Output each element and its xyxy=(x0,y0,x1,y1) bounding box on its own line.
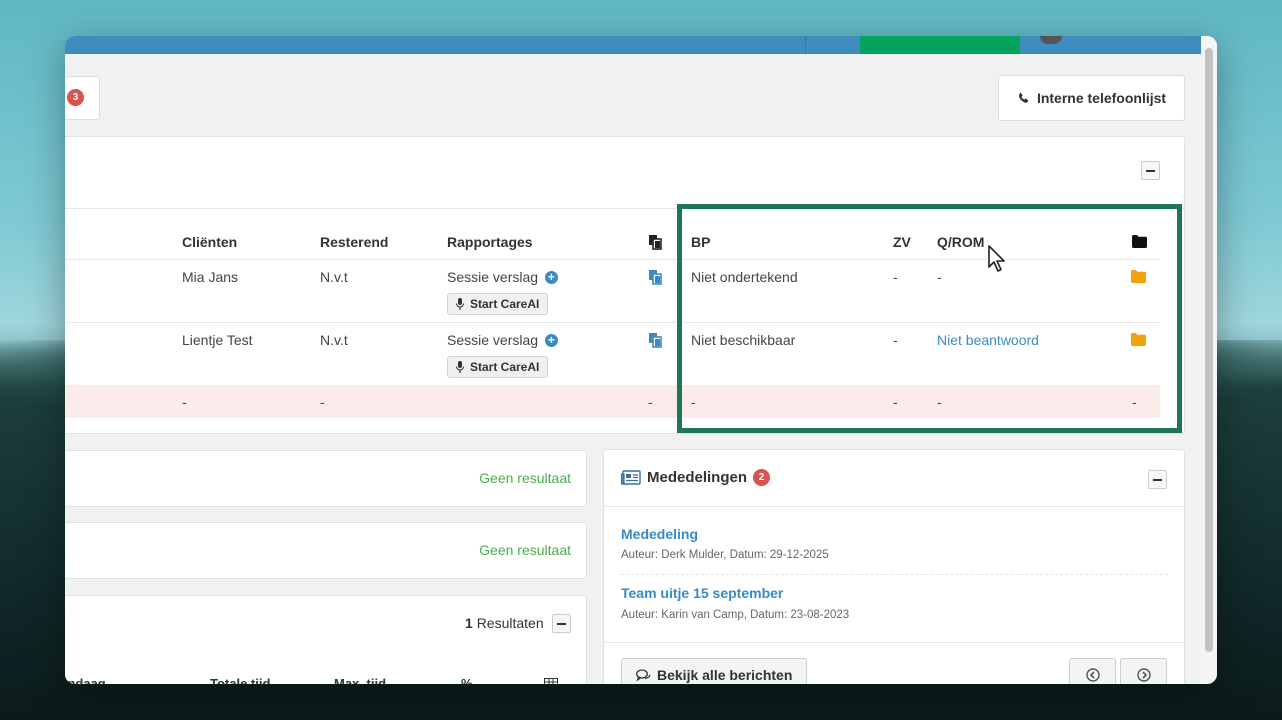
previous-page-button[interactable] xyxy=(1069,658,1116,684)
microphone-icon xyxy=(456,298,464,310)
start-careai-label: Start CareAI xyxy=(470,297,540,311)
announcements-title: Mededelingen 2 xyxy=(621,469,771,486)
table-row-client: - xyxy=(182,394,187,410)
arrow-left-circle-icon xyxy=(1085,668,1100,682)
scrollbar[interactable] xyxy=(1201,36,1217,684)
table-icon[interactable] xyxy=(544,678,558,684)
col-header-totale-tijd: Totale tijd xyxy=(210,676,271,684)
session-report-label: Sessie verslag xyxy=(447,332,539,348)
col-header-percent: % xyxy=(461,676,473,684)
mouse-cursor-icon xyxy=(988,245,1005,272)
session-report-label: Sessie verslag xyxy=(447,269,539,285)
col-header-rapportages: Rapportages xyxy=(447,234,533,250)
view-all-messages-label: Bekijk alle berichten xyxy=(657,667,793,683)
collapse-button[interactable] xyxy=(552,614,571,633)
panel-header-divider xyxy=(604,506,1184,507)
announcement-title-link[interactable]: Team uitje 15 september xyxy=(621,585,783,601)
announcement-divider xyxy=(621,574,1168,575)
comments-icon xyxy=(636,668,651,681)
announcements-panel: Mededelingen 2 Mededeling Auteur: Derk M… xyxy=(603,449,1185,684)
col-header-resterend: Resterend xyxy=(320,234,389,250)
col-header-max-tijd: Max. tijd xyxy=(334,676,387,684)
internal-phonebook-button[interactable]: Interne telefoonlijst xyxy=(998,75,1185,121)
scrollbar-thumb[interactable] xyxy=(1205,48,1213,652)
collapse-button[interactable] xyxy=(1148,470,1167,489)
user-avatar[interactable] xyxy=(1040,36,1062,44)
start-careai-label: Start CareAI xyxy=(470,360,540,374)
announcements-count-badge: 2 xyxy=(753,469,771,486)
announcement-meta: Auteur: Karin van Camp, Datum: 23-08-202… xyxy=(621,609,850,621)
no-result-text: Geen resultaat xyxy=(479,542,571,558)
copy-icon[interactable] xyxy=(648,332,663,348)
announcements-title-text: Mededelingen xyxy=(647,469,748,486)
results-label: Resultaten xyxy=(476,615,544,631)
table-row-resterend: N.v.t xyxy=(320,332,348,348)
add-report-icon[interactable]: + xyxy=(544,334,558,347)
start-careai-button[interactable]: Start CareAI xyxy=(447,293,549,315)
app-window: 3 Interne telefoonlijst Cliënten Restere… xyxy=(65,36,1217,684)
session-report-link[interactable]: Sessie verslag + xyxy=(447,332,558,348)
panel-footer-divider xyxy=(604,642,1184,643)
widget-panel-1: Geen resultaat xyxy=(65,450,587,507)
table-row-resterend: N.v.t xyxy=(320,269,348,285)
highlight-box xyxy=(677,204,1182,433)
navbar-separator xyxy=(805,36,806,54)
top-navbar xyxy=(65,36,1201,54)
table-row-client[interactable]: Mia Jans xyxy=(182,269,238,285)
results-count: 1 Resultaten xyxy=(465,615,544,631)
view-all-messages-button[interactable]: Bekijk alle berichten xyxy=(621,658,808,684)
arrow-right-circle-icon xyxy=(1136,668,1151,682)
add-report-icon[interactable]: + xyxy=(544,271,558,284)
table-row-client[interactable]: Lientje Test xyxy=(182,332,253,348)
session-report-link[interactable]: Sessie verslag + xyxy=(447,269,558,285)
internal-phonebook-label: Interne telefoonlijst xyxy=(1036,90,1167,106)
table-row-rapportage: - xyxy=(648,394,653,410)
col-header-vandaag: vandaag xyxy=(65,676,106,684)
col-header-clienten: Cliënten xyxy=(182,234,238,250)
table-row-resterend: - xyxy=(320,394,325,410)
copy-icon xyxy=(649,235,662,250)
collapse-button[interactable] xyxy=(1141,161,1160,180)
newspaper-icon xyxy=(621,470,641,485)
announcement-meta: Auteur: Derk Mulder, Datum: 29-12-2025 xyxy=(621,549,829,561)
navbar-green-button[interactable] xyxy=(860,36,1020,54)
next-page-button[interactable] xyxy=(1120,658,1167,684)
copy-icon[interactable] xyxy=(648,269,663,285)
results-count-value: 1 xyxy=(465,615,473,631)
widget-panel-2: Geen resultaat xyxy=(65,522,587,579)
notification-count-badge: 3 xyxy=(67,89,84,106)
no-result-text: Geen resultaat xyxy=(479,470,571,486)
phone-icon xyxy=(1018,92,1029,103)
announcement-title-link[interactable]: Mededeling xyxy=(621,526,698,542)
microphone-icon xyxy=(456,361,464,373)
notifications-button[interactable]: 3 xyxy=(65,76,100,120)
start-careai-button[interactable]: Start CareAI xyxy=(447,356,549,378)
results-panel: 1 Resultaten vandaag Totale tijd Max. ti… xyxy=(65,595,587,684)
